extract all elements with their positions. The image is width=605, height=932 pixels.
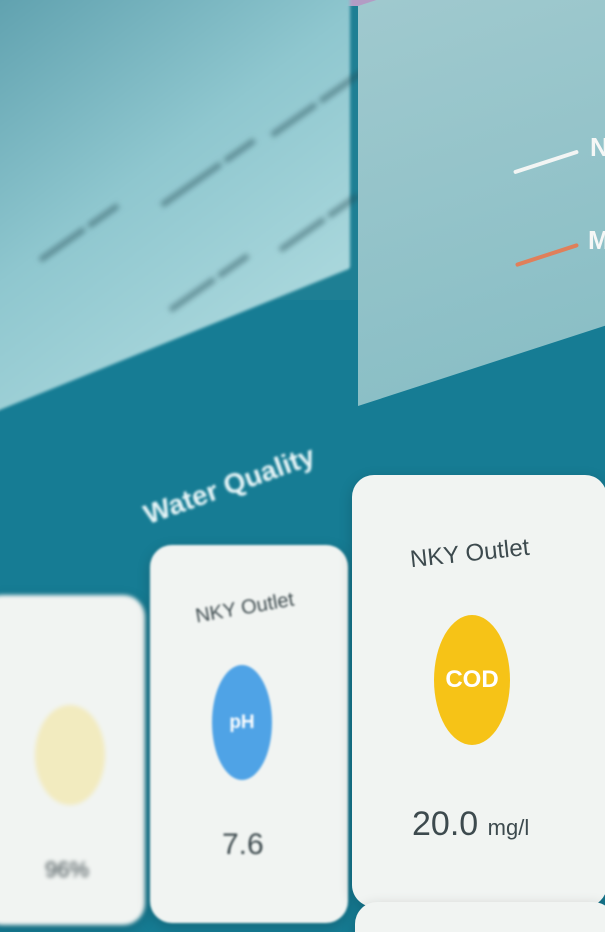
screen-frame: ▬▬▬ ▬▬ ▬▬▬▬ ▬▬ ▬▬▬ ▬▬▬ ▬▬▬ ▬▬ ▬▬▬ ▬▬ N M… (0, 0, 605, 932)
cod-unit: mg/l (487, 815, 530, 840)
metric-card-cod[interactable]: NKY Outlet COD 20.0 mg/l (352, 475, 605, 907)
metric-card-ph[interactable]: NKY Outlet pH 7.6 (150, 545, 348, 923)
metric-card-title: NKY Outlet (193, 588, 296, 628)
cod-value: 20.0 (412, 805, 479, 843)
metric-card-title: NKY Outlet (408, 533, 531, 574)
metric-card-1[interactable]: 96% (0, 595, 145, 925)
legend-label-1: N (590, 132, 605, 162)
metric-card-next[interactable] (355, 902, 605, 932)
ph-badge-icon: pH (212, 665, 272, 780)
metric-value-1: 96% (45, 857, 90, 882)
legend-label-2: M (588, 225, 605, 255)
cod-badge-icon: COD (434, 615, 510, 745)
metric-value-cod: 20.0 mg/l (412, 805, 529, 844)
metric-badge-1 (35, 705, 105, 805)
metric-value-ph: 7.6 (222, 828, 264, 861)
